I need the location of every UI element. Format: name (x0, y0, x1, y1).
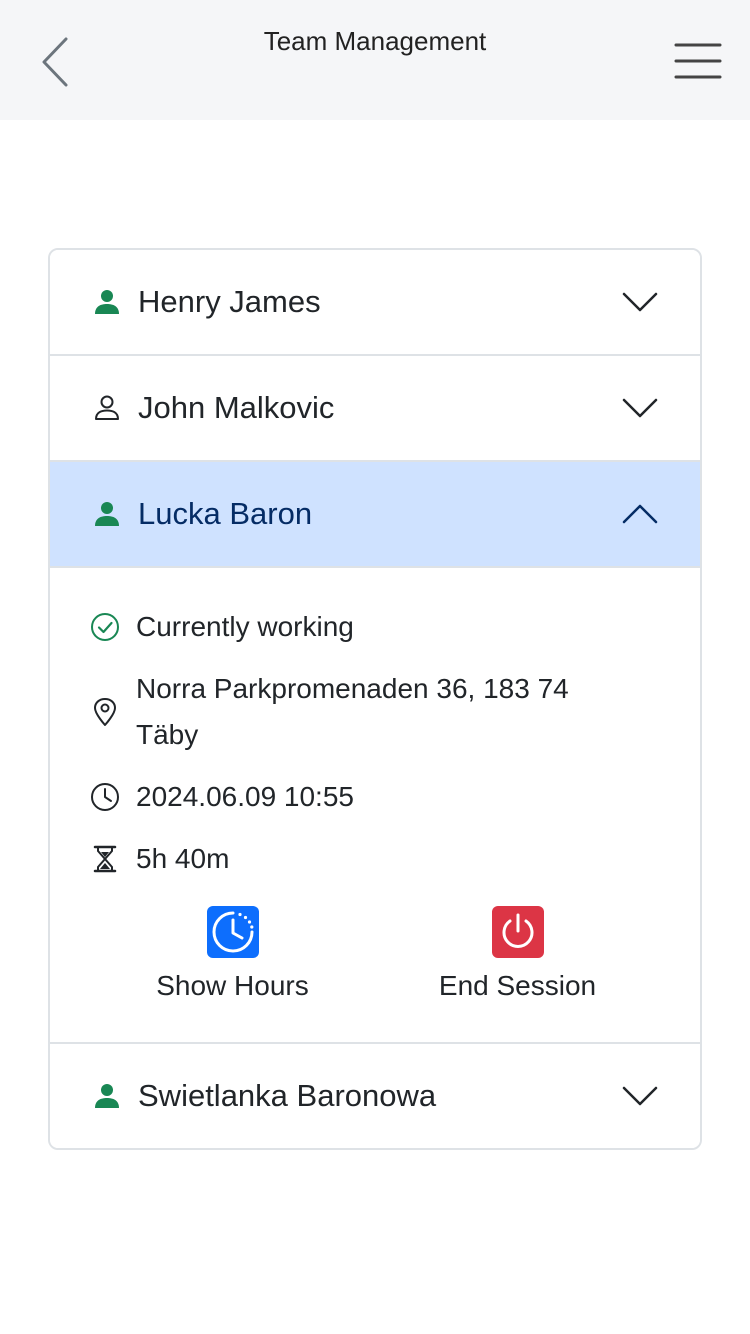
member-header-henry-james[interactable]: Henry James (50, 250, 700, 354)
member-name: Lucka Baron (138, 496, 313, 531)
start-time-text: 2024.06.09 10:55 (136, 781, 354, 812)
person-inactive-icon (92, 393, 122, 423)
address-row: Norra Parkpromenaden 36, 183 74 Täby (90, 666, 660, 758)
chevron-left-icon (42, 37, 68, 87)
session-actions: Show Hours End Session (90, 906, 660, 1006)
team-accordion: Henry James John Malkovic Lucka Baron Cu… (48, 248, 702, 1150)
member-header-john-malkovic[interactable]: John Malkovic (50, 356, 700, 460)
clock-icon (90, 774, 120, 820)
member-header-lucka-baron[interactable]: Lucka Baron (50, 462, 700, 566)
show-hours-button[interactable]: Show Hours (90, 906, 375, 1006)
chevron-up-icon (622, 504, 658, 524)
back-button[interactable] (30, 30, 80, 94)
status-text: Currently working (136, 611, 354, 642)
person-active-icon (92, 499, 122, 529)
chevron-down-icon (622, 398, 658, 418)
member-name: Henry James (138, 284, 321, 319)
duration-row: 5h 40m (90, 836, 660, 882)
chevron-down-icon (622, 1086, 658, 1106)
hamburger-menu-icon (674, 43, 722, 79)
address-text: Norra Parkpromenaden 36, 183 74 Täby (136, 673, 569, 750)
power-icon (491, 906, 544, 958)
member-name: John Malkovic (138, 390, 335, 425)
top-bar: Team Management (0, 0, 750, 120)
show-hours-label: Show Hours (156, 970, 309, 1001)
check-circle-icon (90, 604, 120, 650)
member-details: Currently working Norra Parkpromenaden 3… (50, 568, 700, 1042)
page-title: Team Management (263, 26, 487, 56)
person-active-icon (92, 287, 122, 317)
end-session-button[interactable]: End Session (375, 906, 660, 1006)
clock-history-icon (206, 906, 259, 958)
duration-text: 5h 40m (136, 843, 230, 874)
map-pin-icon (90, 666, 120, 758)
hourglass-icon (90, 836, 120, 882)
member-header-swietlanka-baronowa[interactable]: Swietlanka Baronowa (50, 1044, 700, 1148)
status-row: Currently working (90, 604, 660, 650)
menu-button[interactable] (670, 36, 726, 86)
person-active-icon (92, 1081, 122, 1111)
chevron-down-icon (622, 292, 658, 312)
end-session-label: End Session (438, 970, 597, 1001)
start-time-row: 2024.06.09 10:55 (90, 774, 660, 820)
member-name: Swietlanka Baronowa (138, 1078, 437, 1113)
